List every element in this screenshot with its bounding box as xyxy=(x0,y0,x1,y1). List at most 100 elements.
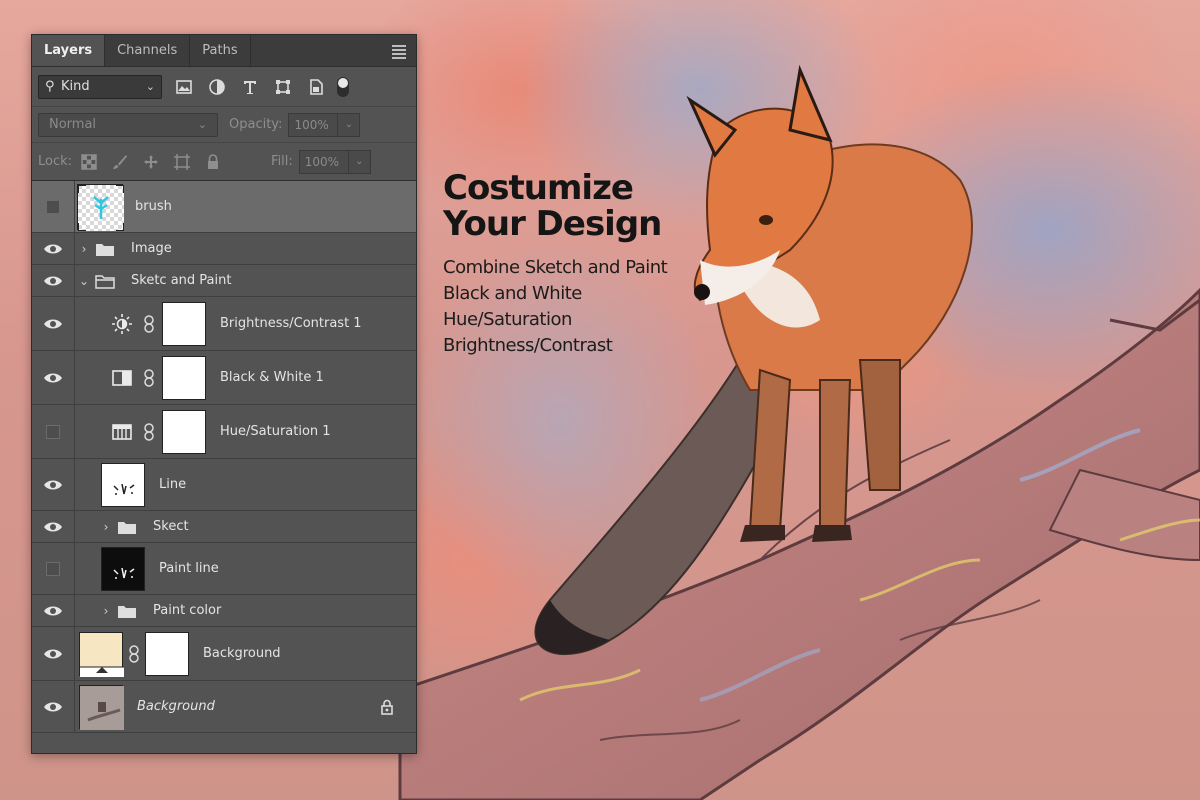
fill-swatch-thumbnail xyxy=(79,631,124,677)
visibility-toggle[interactable] xyxy=(32,627,75,680)
lock-all-icon[interactable] xyxy=(202,151,224,173)
blend-mode-select[interactable]: Normal ⌄ xyxy=(38,112,218,137)
folder-icon xyxy=(117,604,137,618)
fill-input[interactable]: 100% xyxy=(298,149,349,174)
opacity-input[interactable]: 100% xyxy=(288,112,339,137)
black-white-icon xyxy=(111,367,133,389)
layer-row-line[interactable]: Line xyxy=(32,459,416,511)
layer-row-hue-saturation[interactable]: Hue/Saturation 1 xyxy=(32,405,416,459)
layer-name: Black & White 1 xyxy=(220,370,324,385)
eye-icon xyxy=(44,606,62,615)
visibility-toggle[interactable] xyxy=(32,543,75,594)
pixel-layer-filter-icon[interactable] xyxy=(173,76,195,98)
folder-icon xyxy=(95,242,115,256)
layer-row-skect-group[interactable]: › Skect xyxy=(32,511,416,543)
fill-label: Fill: xyxy=(271,154,293,169)
fill-dropdown-icon[interactable]: ⌄ xyxy=(348,149,371,174)
layer-name: Hue/Saturation 1 xyxy=(220,424,331,439)
link-chain-icon[interactable] xyxy=(142,314,156,333)
type-layer-filter-icon[interactable] xyxy=(239,76,261,98)
lock-pixels-brush-icon[interactable] xyxy=(109,151,131,173)
layer-name: Paint color xyxy=(153,603,222,618)
visibility-off-box xyxy=(46,424,60,439)
eye-icon xyxy=(44,244,62,253)
layer-row-sketch-paint-group[interactable]: ⌄ Sketc and Paint xyxy=(32,265,416,297)
layer-thumbnail xyxy=(101,462,145,507)
chevron-right-icon[interactable]: › xyxy=(99,520,113,534)
chevron-down-icon[interactable]: ⌄ xyxy=(77,274,91,288)
eye-icon xyxy=(44,480,62,489)
lock-icon xyxy=(380,699,394,715)
eye-icon xyxy=(44,319,62,328)
layer-mask-thumbnail xyxy=(145,631,189,676)
fox-illustration xyxy=(534,64,973,655)
visibility-toggle[interactable] xyxy=(32,265,75,296)
chevron-right-icon[interactable]: › xyxy=(99,604,113,618)
tab-layers[interactable]: Layers xyxy=(32,35,106,66)
opacity-dropdown-icon[interactable]: ⌄ xyxy=(338,112,361,137)
layer-row-paint-color-group[interactable]: › Paint color xyxy=(32,595,416,627)
layer-row-paint-line[interactable]: Paint line xyxy=(32,543,416,595)
panel-menu-icon[interactable] xyxy=(392,45,406,61)
smart-object-filter-icon[interactable] xyxy=(305,76,327,98)
tab-paths[interactable]: Paths xyxy=(190,35,251,66)
layer-name: Line xyxy=(159,477,187,492)
layer-thumbnail xyxy=(79,684,124,730)
visibility-toggle[interactable] xyxy=(32,351,75,404)
layer-list: brush › Image ⌄ Sketc and Paint Brightne… xyxy=(32,181,416,733)
layer-name: Brightness/Contrast 1 xyxy=(220,316,362,331)
layer-name: brush xyxy=(135,199,172,214)
filter-kind-label: Kind xyxy=(61,79,90,94)
visibility-toggle[interactable] xyxy=(32,405,75,458)
lock-transparency-icon[interactable] xyxy=(78,151,100,173)
chevron-right-icon[interactable]: › xyxy=(77,242,91,256)
layer-row-image-group[interactable]: › Image xyxy=(32,233,416,265)
visibility-toggle[interactable] xyxy=(32,181,75,232)
layer-name: Sketc and Paint xyxy=(131,273,232,288)
tab-channels[interactable]: Channels xyxy=(105,35,191,66)
visibility-toggle[interactable] xyxy=(32,595,75,626)
eye-icon xyxy=(44,522,62,531)
feature-list: Combine Sketch and Paint Black and White… xyxy=(443,255,703,359)
layer-row-black-white[interactable]: Black & White 1 xyxy=(32,351,416,405)
layer-row-brightness-contrast[interactable]: Brightness/Contrast 1 xyxy=(32,297,416,351)
layer-name: Paint line xyxy=(159,561,219,576)
layer-name: Background xyxy=(203,646,281,661)
eye-icon xyxy=(44,702,62,711)
panel-tab-bar: Layers Channels Paths xyxy=(32,35,416,67)
shape-layer-filter-icon[interactable] xyxy=(272,76,294,98)
layer-thumbnail xyxy=(101,546,145,591)
visibility-toggle[interactable] xyxy=(32,681,75,732)
feature-item: Brightness/Contrast xyxy=(443,335,613,356)
eye-icon xyxy=(44,373,62,382)
sun-icon xyxy=(111,313,133,335)
link-chain-icon[interactable] xyxy=(127,644,141,663)
filter-toggle-switch[interactable] xyxy=(337,76,349,97)
headline-line-1: Costumize xyxy=(443,168,634,208)
feature-item: Combine Sketch and Paint xyxy=(443,257,668,278)
link-chain-icon[interactable] xyxy=(142,368,156,387)
link-chain-icon[interactable] xyxy=(142,422,156,441)
lock-position-move-icon[interactable] xyxy=(140,151,162,173)
layer-row-brush[interactable]: brush xyxy=(32,181,416,233)
layer-mask-thumbnail xyxy=(162,301,206,346)
opacity-label: Opacity: xyxy=(229,117,283,132)
layer-name: Background xyxy=(137,699,215,714)
visibility-toggle[interactable] xyxy=(32,459,75,510)
adjustment-layer-filter-icon[interactable] xyxy=(206,76,228,98)
search-icon: ⚲ xyxy=(45,79,55,94)
layer-mask-thumbnail xyxy=(162,409,206,454)
visibility-toggle[interactable] xyxy=(32,297,75,350)
visibility-toggle[interactable] xyxy=(32,233,75,264)
layer-row-background-locked[interactable]: Background xyxy=(32,681,416,733)
visibility-off-box xyxy=(46,199,60,214)
layer-mask-thumbnail xyxy=(162,355,206,400)
visibility-toggle[interactable] xyxy=(32,511,75,542)
filter-kind-select[interactable]: ⚲ Kind ⌄ xyxy=(38,74,162,99)
folder-open-icon xyxy=(95,274,115,289)
layer-row-background-fill[interactable]: Background xyxy=(32,627,416,681)
chevron-down-icon: ⌄ xyxy=(145,80,155,93)
layer-name: Image xyxy=(131,241,172,256)
lock-artboard-icon[interactable] xyxy=(171,151,193,173)
feature-item: Black and White xyxy=(443,283,582,304)
